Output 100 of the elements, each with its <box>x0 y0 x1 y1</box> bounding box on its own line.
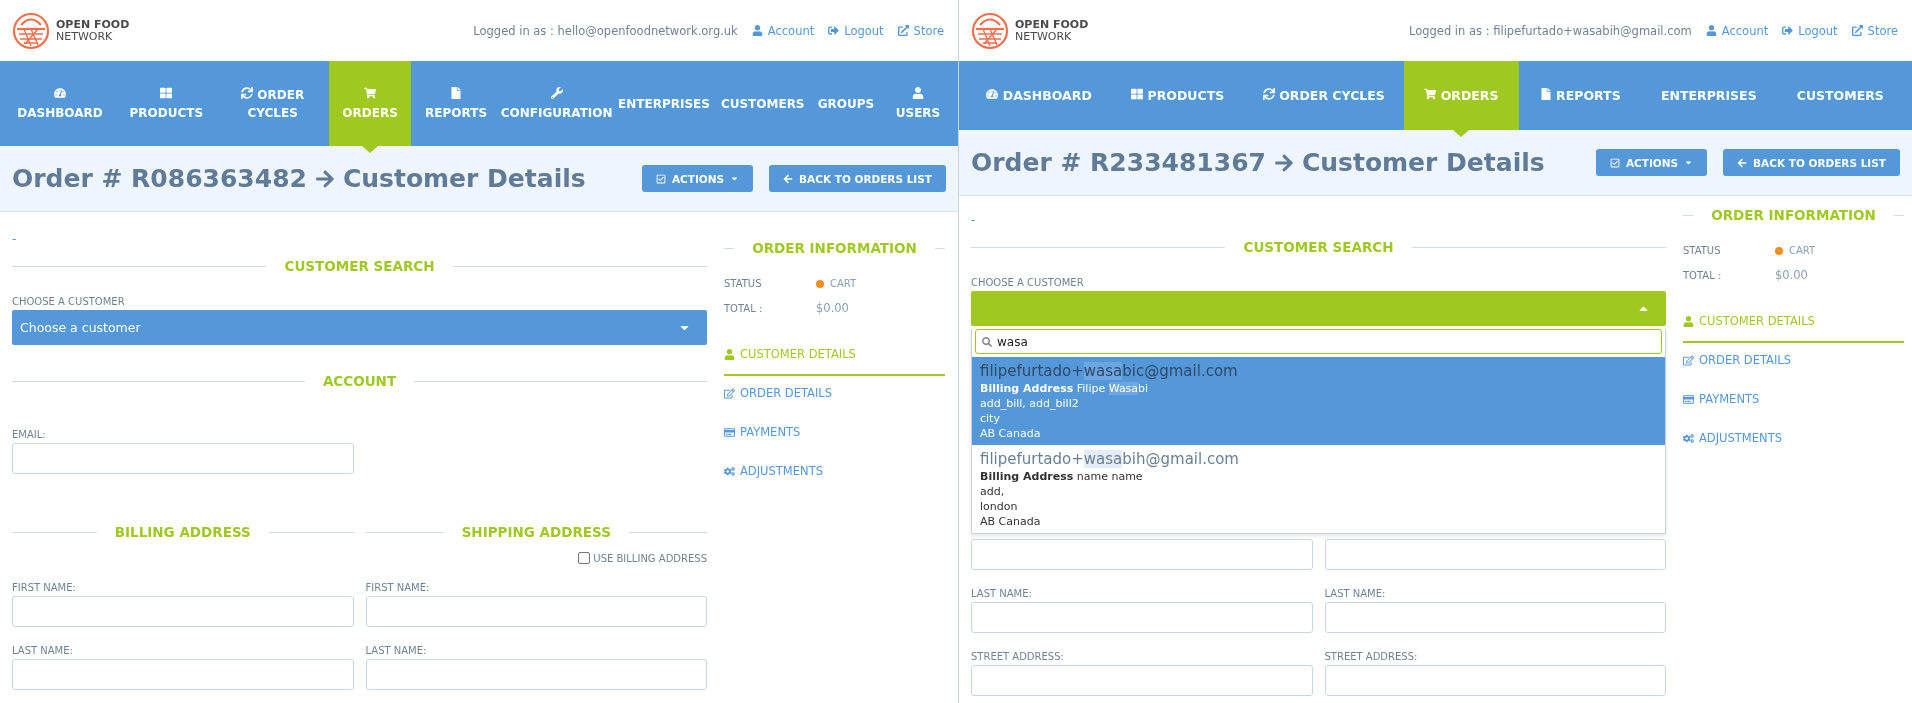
user-icon <box>1705 25 1717 36</box>
nav-tab[interactable]: PRODUCTS <box>1111 61 1245 130</box>
nav-tab[interactable]: USERS <box>882 61 954 146</box>
field-label: FIRST NAME: <box>12 582 77 593</box>
info-label: TOTAL : <box>724 302 764 314</box>
sidebar-link[interactable]: CUSTOMER DETAILS <box>1683 304 1904 343</box>
gauge-icon <box>54 86 66 99</box>
nav-tab[interactable]: ENTERPRISES <box>612 61 716 146</box>
actions-button[interactable]: ACTIONS <box>1595 149 1708 176</box>
customer-option[interactable]: filipefurtado+wasabic@gmail.com Billing Address Filipe Wasabi add_bill, add_bill2 city AB Canada <box>972 357 1665 445</box>
header-link[interactable]: Logout <box>1782 23 1838 38</box>
sidebar-link[interactable]: CUSTOMER DETAILS <box>724 337 945 376</box>
status-text: CART <box>1789 245 1816 256</box>
nav-tab[interactable]: CONFIGURATION <box>500 61 613 146</box>
logo-icon <box>971 11 1009 50</box>
field-label: LAST NAME: <box>365 645 428 656</box>
refresh-icon <box>1262 87 1275 100</box>
external-link-icon <box>1851 25 1863 36</box>
nav-tab[interactable]: DASHBOARD <box>4 61 116 146</box>
section-heading: SHIPPING ADDRESS <box>461 524 611 540</box>
status-text: CART <box>830 278 857 289</box>
header-link[interactable]: Store <box>1851 23 1898 38</box>
arrow-right-icon <box>314 168 335 189</box>
sidebar-link[interactable]: ADJUSTMENTS <box>1683 421 1904 460</box>
user-icon <box>912 86 924 99</box>
sidebar-link[interactable]: ORDER DETAILS <box>724 376 945 415</box>
nav-tab[interactable]: GROUPS <box>810 61 882 146</box>
nav-tab[interactable]: PRODUCTS <box>116 61 217 146</box>
text-input[interactable] <box>1324 602 1666 633</box>
header-link[interactable]: Logout <box>828 23 884 38</box>
nav-tab[interactable]: CUSTOMERS <box>1776 61 1905 130</box>
credit-card-icon <box>724 426 735 438</box>
file-icon <box>1539 87 1552 100</box>
edit-icon <box>1683 354 1694 366</box>
nav-tab[interactable]: ORDER CYCLES <box>1244 61 1404 130</box>
credit-card-icon <box>1683 393 1694 405</box>
sidebar-link[interactable]: PAYMENTS <box>1683 382 1904 421</box>
text-input[interactable] <box>12 443 354 474</box>
back-button[interactable]: BACK TO ORDERS LIST <box>1723 149 1900 176</box>
user-icon <box>751 25 763 36</box>
nav-tab[interactable]: CUSTOMERS <box>715 61 810 146</box>
refresh-icon <box>241 86 254 99</box>
text-input[interactable] <box>12 596 354 627</box>
logout-icon <box>828 25 840 36</box>
header-link[interactable]: Account <box>751 23 815 38</box>
section-heading: ORDER INFORMATION <box>1711 207 1876 223</box>
header-link[interactable]: Account <box>1705 23 1769 38</box>
nav-tab[interactable]: REPORTS <box>1519 61 1642 130</box>
external-link-icon <box>897 25 909 36</box>
nav-tab[interactable]: ENTERPRISES <box>1641 61 1777 130</box>
header-link[interactable]: Store <box>897 23 944 38</box>
logo-icon <box>12 11 50 50</box>
customer-option[interactable]: filipefurtado+wasabih@gmail.com Billing Address name name add, london AB Canada <box>972 445 1665 533</box>
field-label: LAST NAME: <box>971 588 1033 599</box>
page-title: Order # R086363482 Customer Details <box>12 164 586 193</box>
grid-icon <box>160 86 173 99</box>
back-button[interactable]: BACK TO ORDERS LIST <box>769 165 946 192</box>
text-input[interactable] <box>12 659 354 690</box>
customer-select[interactable] <box>971 291 1666 326</box>
text-input[interactable] <box>971 665 1313 696</box>
info-label: STATUS <box>1683 245 1722 256</box>
nav-tab[interactable]: REPORTS <box>411 61 501 146</box>
nav-tab[interactable]: ORDER CYCLES <box>216 61 329 146</box>
use-billing-checkbox[interactable]: USE BILLING ADDRESS <box>578 552 707 564</box>
sidebar-link[interactable]: ORDER DETAILS <box>1683 343 1904 382</box>
customer-select[interactable]: Choose a customer <box>12 310 707 345</box>
note-text: - <box>12 232 18 246</box>
text-input[interactable] <box>971 602 1313 633</box>
search-field[interactable]: wasa <box>975 329 1662 354</box>
arrow-left-icon <box>783 173 794 184</box>
nav-tab[interactable]: DASHBOARD <box>967 61 1112 130</box>
field-label: STREET ADDRESS: <box>1324 651 1419 662</box>
section-heading: ORDER INFORMATION <box>752 240 917 256</box>
field-label: LAST NAME: <box>1324 588 1387 599</box>
actions-button[interactable]: ACTIONS <box>641 165 754 192</box>
text-input[interactable] <box>1324 665 1666 696</box>
gauge-icon <box>986 87 999 100</box>
page-title: Order # R233481367 Customer Details <box>971 148 1545 177</box>
edit-icon <box>724 387 735 399</box>
cart-icon <box>1424 87 1437 100</box>
info-label: STATUS <box>724 278 763 289</box>
text-input[interactable] <box>1324 539 1666 570</box>
user-icon <box>1683 315 1694 327</box>
logo-text: OPEN FOOD NETWORK <box>56 18 130 43</box>
gears-icon <box>724 465 735 477</box>
field-label: LAST NAME: <box>12 645 74 656</box>
text-input[interactable] <box>365 596 707 627</box>
text-input[interactable] <box>365 659 707 690</box>
file-icon <box>450 86 463 99</box>
logged-in-text: Logged in as : filipefurtado+wasabih@gmail.com <box>1409 23 1692 38</box>
cart-icon <box>364 86 377 99</box>
search-icon <box>982 336 992 347</box>
caret-icon <box>730 174 740 183</box>
section-heading: ACCOUNT <box>322 373 397 389</box>
wrench-icon <box>550 86 563 99</box>
sidebar-link[interactable]: PAYMENTS <box>724 415 945 454</box>
total-value: $0.00 <box>1775 268 1809 282</box>
sidebar-link[interactable]: ADJUSTMENTS <box>724 454 945 493</box>
arrow-right-icon <box>1273 152 1294 173</box>
text-input[interactable] <box>971 539 1313 570</box>
